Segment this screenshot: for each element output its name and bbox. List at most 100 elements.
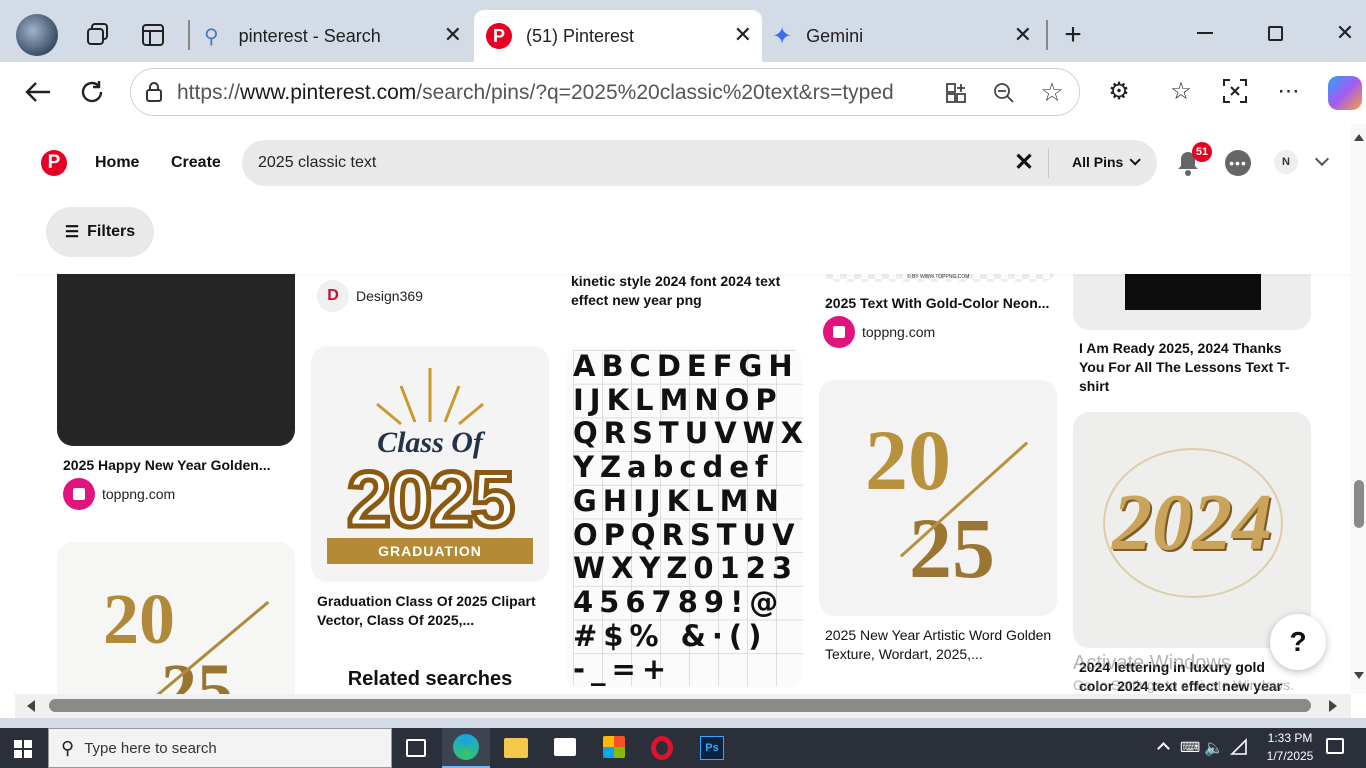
maximize-icon[interactable] xyxy=(1260,18,1290,48)
scrollbar-thumb[interactable] xyxy=(1354,480,1364,528)
windows-start-icon[interactable] xyxy=(14,740,32,758)
search-icon: ⚲ xyxy=(204,25,219,48)
url-path: /search/pins/?q=2025%20classic%20text&rs… xyxy=(416,81,894,104)
messages-icon[interactable]: ••• xyxy=(1225,150,1251,176)
tab-pinterest[interactable]: P (51) Pinterest ✕ xyxy=(474,10,762,62)
pinterest-logo-icon[interactable]: P xyxy=(41,150,67,176)
taskbar-search-box[interactable]: ⚲ Type here to search xyxy=(48,728,392,768)
clock-time[interactable]: 1:33 PM xyxy=(1262,731,1318,745)
windows-taskbar: ⚲ Type here to search Ps ⌨ 🔈 1:33 PM 1/7… xyxy=(0,728,1366,768)
minimize-icon[interactable] xyxy=(1190,18,1220,48)
nav-home[interactable]: Home xyxy=(95,154,139,172)
pin-card-image[interactable]: 20 25 xyxy=(819,380,1057,616)
task-view-icon[interactable] xyxy=(406,739,426,757)
scroll-down-arrow-icon[interactable] xyxy=(1354,672,1364,679)
back-arrow-icon[interactable] xyxy=(22,76,54,108)
help-button[interactable]: ? xyxy=(1270,614,1326,670)
lock-icon xyxy=(143,81,165,103)
search-divider xyxy=(1048,148,1049,178)
tab-pinterest-search[interactable]: ⚲ pinterest - Search ✕ xyxy=(196,10,472,62)
photoshop-icon[interactable]: Ps xyxy=(700,736,724,760)
window-close-icon[interactable]: ✕ xyxy=(1330,18,1360,48)
copilot-icon[interactable] xyxy=(1328,76,1362,110)
pin-card-image[interactable] xyxy=(57,244,295,446)
pin-card-image[interactable]: 2024 xyxy=(1073,412,1311,648)
workspaces-icon[interactable] xyxy=(84,20,112,48)
avatar[interactable]: N xyxy=(1274,150,1298,174)
scroll-left-arrow-icon[interactable] xyxy=(27,700,35,712)
scope-dropdown[interactable]: All Pins xyxy=(1072,154,1142,170)
watermark-text: © BY WWW.TOPPNG.COM xyxy=(907,274,970,280)
graduation-banner: GRADUATION xyxy=(327,538,533,564)
pin-card-image[interactable]: 20 25 xyxy=(57,542,295,718)
more-menu-icon[interactable]: ⋯ xyxy=(1274,76,1304,106)
clock-date[interactable]: 1/7/2025 xyxy=(1258,749,1322,763)
ornament-swirl xyxy=(1103,448,1283,598)
mail-icon[interactable] xyxy=(554,738,576,756)
pinterest-page: 2025 Happy New Year Golden... toppng.com… xyxy=(15,124,1351,718)
refresh-icon[interactable] xyxy=(76,76,108,108)
design369-logo-icon: D xyxy=(317,280,349,312)
wifi-icon[interactable] xyxy=(1230,738,1248,756)
tab-separator xyxy=(188,20,190,50)
pin-caption[interactable]: kinetic style 2024 font 2024 text effect… xyxy=(571,272,799,310)
store-icon[interactable] xyxy=(603,736,625,758)
vertical-tabs-icon[interactable] xyxy=(140,22,166,48)
sliders-icon: ☰ xyxy=(64,224,80,241)
account-chevron-icon[interactable] xyxy=(1314,151,1330,167)
search-icon: ⚲ xyxy=(61,737,75,758)
browser-tab-bar: ⚲ pinterest - Search ✕ P (51) Pinterest … xyxy=(0,0,1366,62)
toppng-logo-icon xyxy=(823,316,855,348)
close-icon[interactable]: ✕ xyxy=(444,22,462,48)
action-center-icon[interactable] xyxy=(1326,738,1344,754)
gemini-sparkle-icon: ✦ xyxy=(772,22,793,50)
clear-search-icon[interactable]: ✕ xyxy=(1014,148,1034,177)
activate-windows-subtitle: Go to Settings to activate Windows. xyxy=(1073,677,1294,693)
tab-gemini[interactable]: ✦ Gemini ✕ xyxy=(764,10,1042,62)
pin-caption[interactable]: 2025 New Year Artistic Word Golden Textu… xyxy=(825,626,1053,664)
horizontal-scrollbar[interactable] xyxy=(15,694,1351,718)
pin-caption[interactable]: I Am Ready 2025, 2024 Thanks You For All… xyxy=(1079,339,1309,396)
volume-icon[interactable]: 🔈 xyxy=(1204,738,1224,758)
extensions-icon[interactable]: ⚙ xyxy=(1104,76,1134,106)
pin-caption[interactable]: Graduation Class Of 2025 Clipart Vector,… xyxy=(317,592,545,630)
screenshot-icon[interactable] xyxy=(1220,76,1250,106)
filters-button[interactable]: ☰ Filters xyxy=(46,207,154,257)
favorite-star-icon[interactable]: ☆ xyxy=(1039,77,1065,107)
pin-search-box: ✕ All Pins xyxy=(242,140,1157,186)
zoom-out-icon[interactable] xyxy=(991,81,1017,105)
close-icon[interactable]: ✕ xyxy=(1014,22,1032,48)
new-tab-icon[interactable]: + xyxy=(1058,18,1088,51)
address-bar[interactable]: https://www.pinterest.com/search/pins/?q… xyxy=(130,68,1080,116)
sun-rays xyxy=(311,366,549,426)
gold-number-top: 20 xyxy=(865,412,951,508)
nav-create[interactable]: Create xyxy=(171,154,221,172)
app-available-icon[interactable] xyxy=(943,81,969,105)
chevron-up-icon[interactable] xyxy=(1157,742,1170,755)
pin-caption[interactable]: 2025 Text With Gold-Color Neon... xyxy=(825,294,1055,313)
opera-icon[interactable] xyxy=(651,736,673,760)
source-name: Design369 xyxy=(356,288,423,304)
favorites-icon[interactable]: ☆ xyxy=(1166,76,1196,106)
graduation-text: GRADUATION xyxy=(378,543,482,559)
vertical-scrollbar[interactable] xyxy=(1351,124,1366,694)
search-input[interactable] xyxy=(258,150,998,176)
pinterest-logo-icon: P xyxy=(486,23,512,49)
profile-avatar-icon[interactable] xyxy=(16,14,58,56)
notification-badge: 51 xyxy=(1192,142,1212,162)
input-method-icon[interactable]: ⌨ xyxy=(1180,739,1200,756)
scope-label: All Pins xyxy=(1072,154,1124,170)
pin-card-image[interactable]: Class Of 2025 GRADUATION xyxy=(311,346,549,582)
pin-source[interactable]: toppng.com xyxy=(63,478,175,510)
edge-app-icon[interactable] xyxy=(442,728,490,768)
scrollbar-thumb[interactable] xyxy=(49,699,1311,712)
close-icon[interactable]: ✕ xyxy=(734,22,752,48)
url-scheme: https:// xyxy=(177,81,241,104)
pin-caption[interactable]: 2025 Happy New Year Golden... xyxy=(63,456,293,475)
pin-card-image[interactable]: ABCDEFGH IJKLMNOP QRSTUVWX YZabcdef GHIJ… xyxy=(565,348,803,688)
file-explorer-icon[interactable] xyxy=(504,738,528,758)
scroll-right-arrow-icon[interactable] xyxy=(1329,700,1337,712)
pin-source[interactable]: D Design369 xyxy=(317,280,423,312)
pin-source[interactable]: toppng.com xyxy=(823,316,935,348)
scroll-up-arrow-icon[interactable] xyxy=(1354,134,1364,141)
